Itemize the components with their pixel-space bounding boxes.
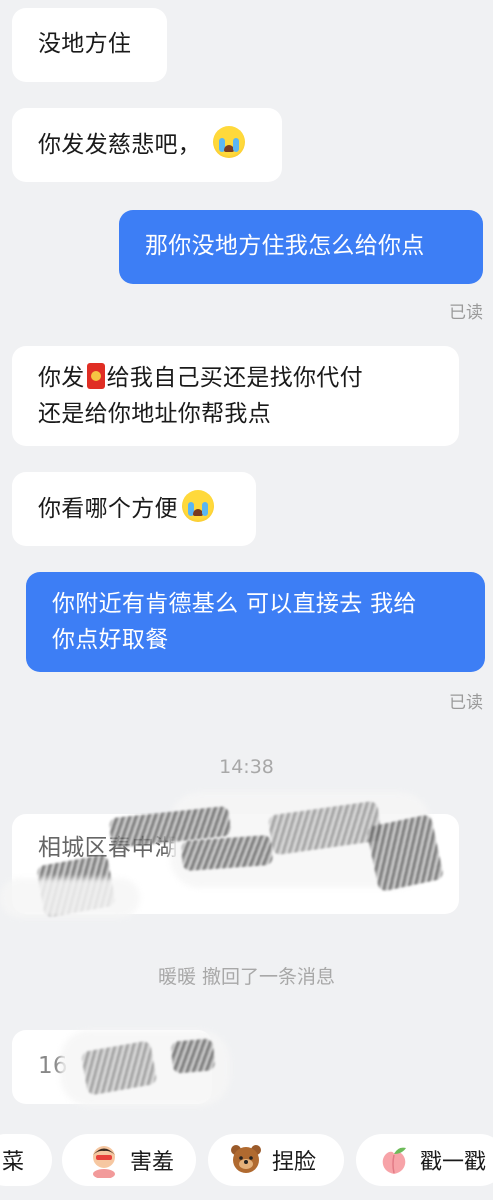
timestamp: 14:38	[219, 756, 274, 778]
quick-action-label: 捏脸	[272, 1150, 317, 1175]
message-line: 你附近有肯德基么 可以直接去 我给	[52, 591, 417, 617]
shy-face-icon	[86, 1142, 122, 1179]
message-bubble[interactable]: 你看哪个方便	[12, 472, 256, 546]
recall-text: 撤回了一条消息	[195, 966, 336, 988]
message-bubble[interactable]: 你附近有肯德基么 可以直接去 我给 你点好取餐	[26, 572, 485, 672]
recall-user-name[interactable]: 暖暖	[158, 966, 196, 988]
message-text: 你发	[38, 365, 85, 391]
loudly-crying-face-icon	[181, 490, 214, 522]
read-status: 已读	[449, 693, 483, 713]
message-text: 没地方住	[38, 31, 132, 57]
quick-action-chip[interactable]: 菜	[0, 1134, 52, 1186]
message-bubble[interactable]: 那你没地方住我怎么给你点	[119, 210, 483, 284]
recall-notice: 暖暖 撤回了一条消息	[0, 962, 493, 989]
quick-action-chip[interactable]: 戳一戳	[356, 1134, 493, 1186]
redaction-scribble	[365, 813, 445, 893]
redaction-fog	[0, 878, 140, 918]
quick-action-label: 戳一戳	[420, 1150, 487, 1175]
quick-action-chip[interactable]: 捏脸	[208, 1134, 344, 1186]
message-text: 你看哪个方便	[38, 496, 178, 522]
quick-action-label: 害羞	[130, 1150, 175, 1175]
message-line: 你发 给我自己买还是找你代付	[38, 360, 459, 396]
message-bubble[interactable]: 没地方住	[12, 8, 167, 82]
message-bubble[interactable]: 你发 给我自己买还是找你代付 还是给你地址你帮我点	[12, 346, 459, 446]
message-text: 那你没地方住我怎么给你点	[145, 233, 425, 259]
read-status: 已读	[449, 303, 483, 323]
message-text: 给我自己买还是找你代付	[106, 365, 363, 391]
redaction-scribble	[181, 834, 273, 872]
message-text: 你发发慈悲吧，	[38, 132, 202, 158]
red-packet-icon	[86, 363, 105, 389]
quick-action-bar: 菜 害羞 捏脸 戳一戳	[0, 1128, 493, 1200]
message-line: 你点好取餐	[52, 627, 169, 653]
bear-icon	[228, 1142, 264, 1178]
quick-action-label: 菜	[2, 1150, 25, 1175]
quick-action-chip[interactable]: 害羞	[62, 1134, 196, 1186]
loudly-crying-face-icon	[212, 126, 245, 158]
redaction-scribble	[170, 1038, 216, 1074]
message-bubble[interactable]: 你发发慈悲吧，	[12, 108, 282, 182]
peach-icon	[376, 1142, 412, 1178]
message-line: 还是给你地址你帮我点	[38, 401, 271, 427]
